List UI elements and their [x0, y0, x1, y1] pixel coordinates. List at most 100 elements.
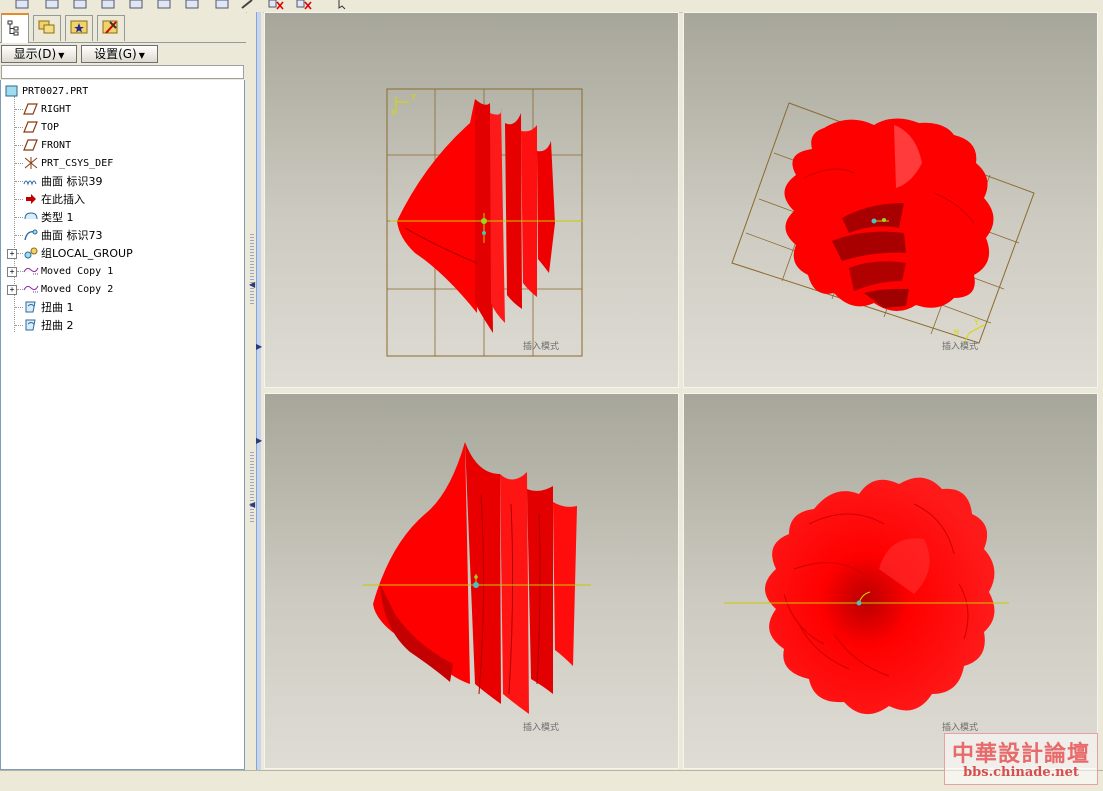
- status-bar: [0, 770, 1103, 791]
- expand-toggle[interactable]: +: [7, 267, 17, 277]
- toolbar-view-icon[interactable]: [214, 0, 230, 10]
- tree-item-local-group[interactable]: 组LOCAL_GROUP: [23, 245, 133, 261]
- tree-item-label: Moved Copy 2: [41, 283, 114, 295]
- expand-toggle[interactable]: +: [7, 285, 17, 295]
- group-icon: [23, 246, 39, 260]
- tree-connector: [15, 307, 23, 308]
- top-view-model: Y H: [731, 102, 1035, 344]
- viewport-top[interactable]: Y H 插入模式: [683, 12, 1098, 388]
- moved-copy-icon: [23, 282, 39, 296]
- display-menu-button[interactable]: 显示(D) ▼: [1, 45, 77, 63]
- tree-item-warp-1[interactable]: 扭曲 1: [23, 299, 74, 315]
- folder-icon: [37, 18, 57, 39]
- datum-plane-icon: [23, 138, 39, 152]
- tree-item-top[interactable]: TOP: [23, 119, 59, 135]
- moved-copy-icon: [23, 264, 39, 278]
- tree-item-csys[interactable]: PRT_CSYS_DEF: [23, 155, 113, 171]
- chevron-down-icon: ▼: [58, 51, 65, 60]
- chevron-down-icon: ▼: [138, 51, 145, 60]
- tree-item-label: 类型 1: [41, 211, 74, 224]
- toolbar-select-icon[interactable]: [336, 0, 352, 10]
- side-view-model: [363, 442, 591, 714]
- tree-item-label: Moved Copy 1: [41, 265, 114, 277]
- tree-connector: [15, 145, 23, 146]
- toolbar-delete-icon[interactable]: [296, 0, 312, 10]
- toolbar-view-icon[interactable]: [184, 0, 200, 10]
- model-tree: PRT0027.PRT RIGHT TOP FRONT PRT_CSYS_DEF…: [0, 80, 245, 770]
- tree-item-label: 组LOCAL_GROUP: [41, 247, 133, 260]
- part-icon: [4, 84, 20, 98]
- tree-item-label: 曲面 标识73: [41, 229, 103, 242]
- datum-plane-icon: [23, 102, 39, 116]
- tree-item-type-1[interactable]: 类型 1: [23, 209, 74, 225]
- chevron-left-icon[interactable]: ◀: [249, 280, 257, 290]
- tree-item-surface-73[interactable]: 曲面 标识73: [23, 227, 103, 243]
- tree-menu-row: 显示(D) ▼ 设置(G) ▼: [0, 44, 246, 64]
- navigator-tabs: [0, 12, 246, 43]
- viewport-mode-label: 插入模式: [523, 723, 560, 733]
- chevron-right-icon[interactable]: ▶: [256, 436, 264, 446]
- viewport-front[interactable]: Y H 插入模式: [264, 12, 679, 388]
- tree-connector: [15, 217, 23, 218]
- tab-connections[interactable]: [97, 15, 125, 41]
- toolbar-view-icon[interactable]: [100, 0, 116, 10]
- right-edge-bar: [1098, 12, 1103, 770]
- tree-item-right[interactable]: RIGHT: [23, 101, 71, 117]
- warp-icon: [23, 300, 39, 314]
- viewport-side[interactable]: 插入模式: [264, 393, 679, 769]
- tree-connector: [15, 235, 23, 236]
- toolbar-delete-icon[interactable]: [268, 0, 284, 10]
- toolbar-view-icon[interactable]: [44, 0, 60, 10]
- tree-item-label: TOP: [41, 121, 60, 133]
- tree-item-moved-copy-2[interactable]: Moved Copy 2: [23, 281, 113, 297]
- navigator-panel: 显示(D) ▼ 设置(G) ▼ PRT0027.PRT RIGHT TOP FRON…: [0, 12, 246, 770]
- svg-text:Y: Y: [411, 93, 416, 102]
- svg-text:H: H: [392, 108, 397, 117]
- splitter-bar: [256, 12, 261, 770]
- toolbar-tool-icon[interactable]: [240, 0, 256, 10]
- type-feature-icon: [23, 210, 39, 224]
- svg-text:Y: Y: [974, 318, 979, 327]
- tree-connector: [15, 325, 23, 326]
- tab-folder-browser[interactable]: [33, 15, 61, 41]
- tree-item-surface-39[interactable]: 曲面 标识39: [23, 173, 103, 189]
- settings-menu-button[interactable]: 设置(G) ▼: [81, 45, 158, 63]
- tree-connector: [15, 109, 23, 110]
- watermark: 中華設計論壇 bbs.chinade.net: [944, 733, 1098, 785]
- tree-connector: [15, 181, 23, 182]
- chevron-right-icon[interactable]: ▶: [256, 342, 264, 352]
- insert-here-arrow-icon: [23, 192, 39, 206]
- tree-filter-bar[interactable]: [1, 65, 244, 79]
- viewport-mode-label: 插入模式: [523, 342, 560, 352]
- tree-item-label: 扭曲 2: [41, 319, 74, 332]
- expand-toggle[interactable]: +: [7, 249, 17, 259]
- viewport-default-orient[interactable]: 插入模式: [683, 393, 1098, 769]
- settings-menu-label: 设置(G): [94, 47, 137, 61]
- viewport-mode-label: 插入模式: [942, 342, 979, 352]
- tree-connector: [15, 127, 23, 128]
- navigator-splitter[interactable]: ◀ ▶ ▶ ◀: [247, 12, 263, 770]
- tree-item-label: 扭曲 1: [41, 301, 74, 314]
- favorites-folder-icon: [69, 18, 89, 39]
- toolbar-view-icon[interactable]: [72, 0, 88, 10]
- tree-item-warp-2[interactable]: 扭曲 2: [23, 317, 74, 333]
- tree-item-front[interactable]: FRONT: [23, 137, 71, 153]
- splitter-grip: [250, 234, 254, 304]
- tree-item-label: 在此插入: [41, 193, 85, 206]
- surface-icon: [23, 228, 39, 242]
- toolbar-view-icon[interactable]: [128, 0, 144, 10]
- tree-item-label: 曲面 标识39: [41, 175, 103, 188]
- svg-text:H: H: [954, 328, 959, 337]
- connections-icon: [101, 18, 121, 39]
- watermark-title: 中華設計論壇: [951, 741, 1090, 767]
- tree-item-moved-copy-1[interactable]: Moved Copy 1: [23, 263, 113, 279]
- toolbar-view-icon[interactable]: [156, 0, 172, 10]
- tree-item-label: PRT0027.PRT: [22, 85, 89, 97]
- tree-item-insert-here[interactable]: 在此插入: [23, 191, 85, 207]
- tab-model-tree[interactable]: [1, 13, 29, 43]
- iso-view-model: [724, 477, 1009, 715]
- tab-favorites[interactable]: [65, 15, 93, 41]
- chevron-left-icon[interactable]: ◀: [249, 500, 257, 510]
- toolbar-view-icon[interactable]: [14, 0, 30, 10]
- tree-item-root[interactable]: PRT0027.PRT: [4, 83, 88, 99]
